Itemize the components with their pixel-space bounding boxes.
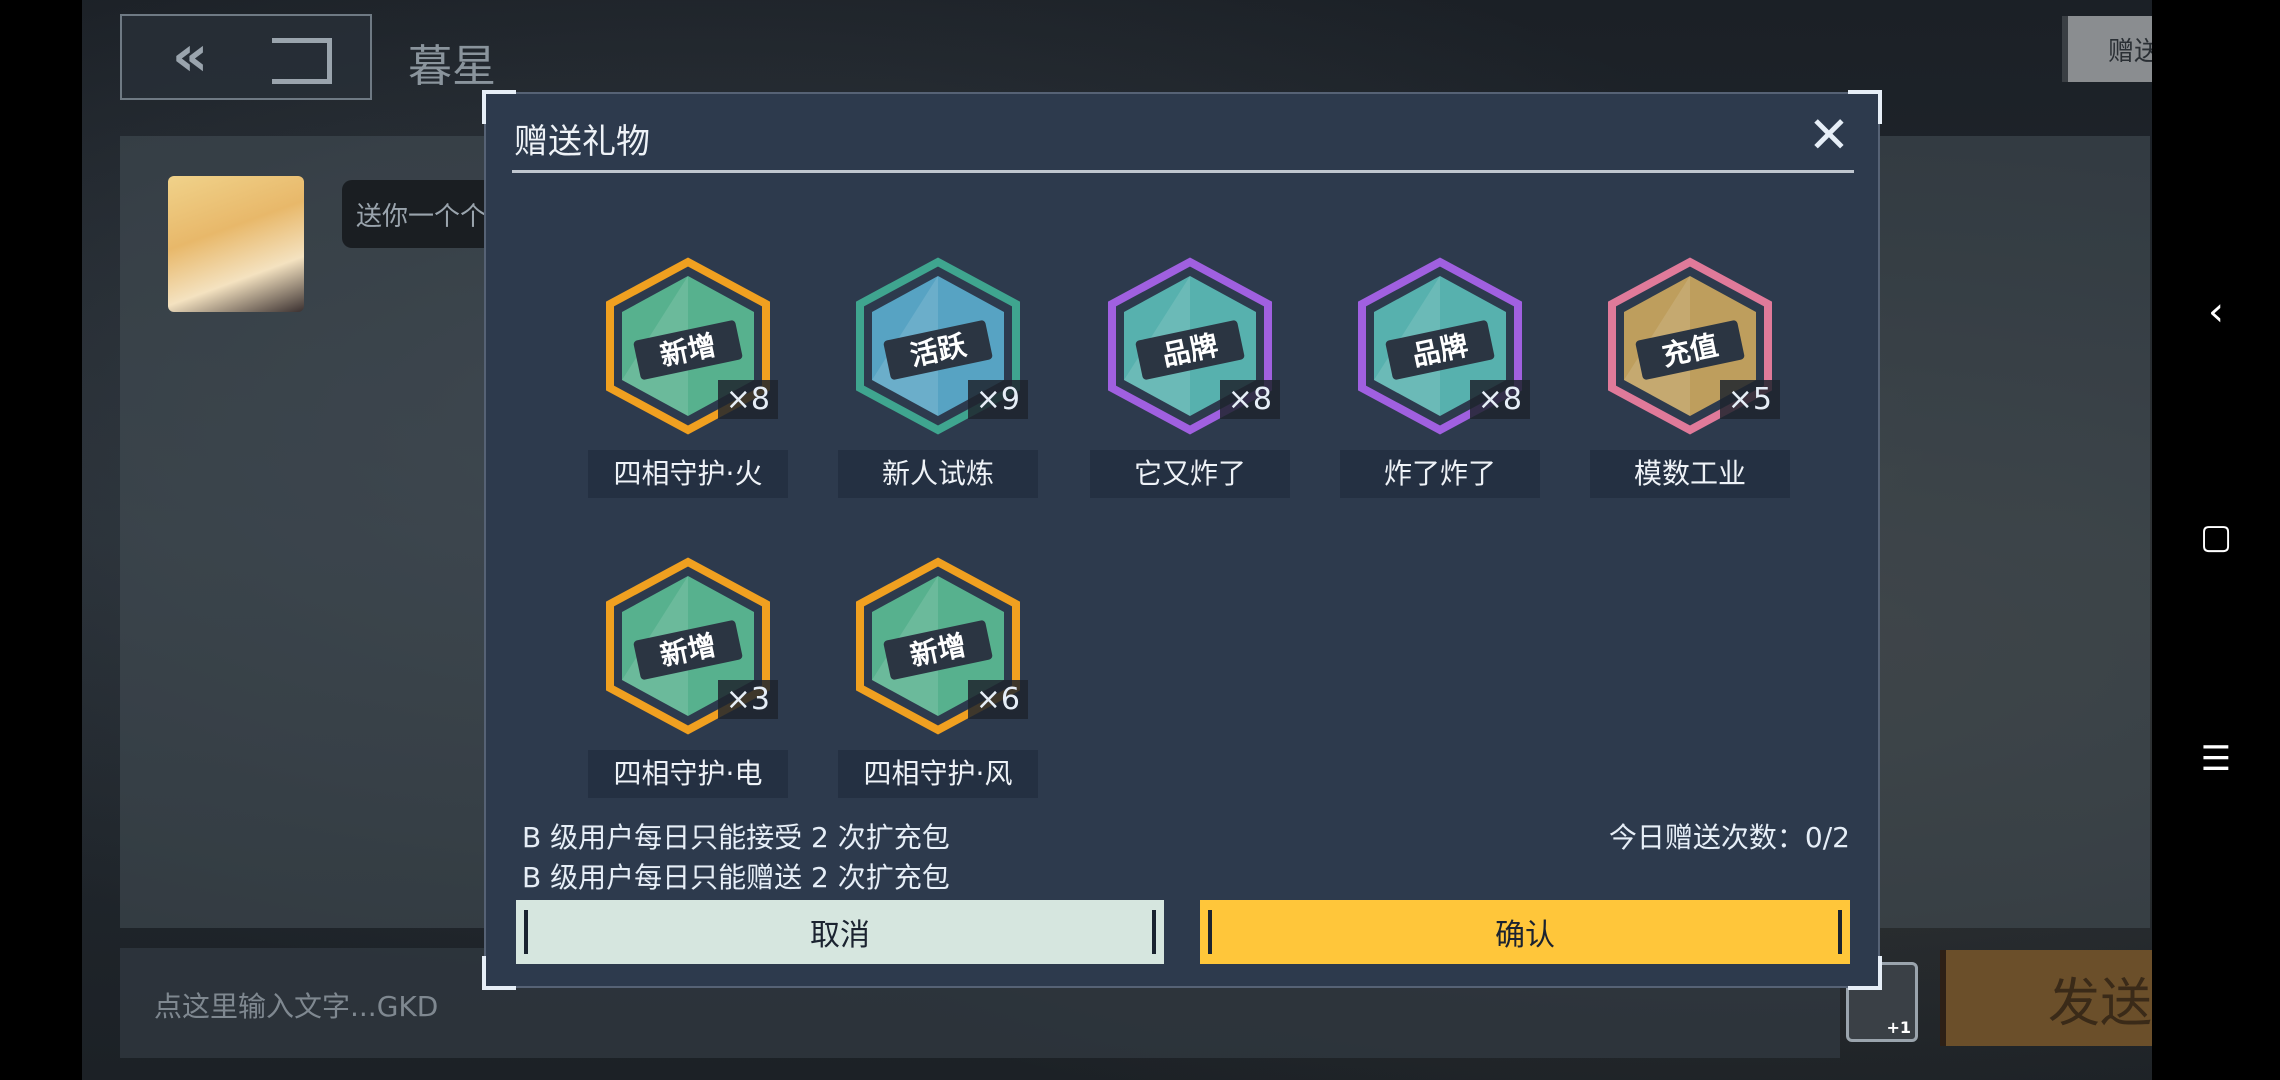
confirm-button[interactable]: 确认 xyxy=(1200,900,1850,964)
gift-item[interactable]: 活跃 ×9 新人试炼 xyxy=(838,254,1038,498)
left-black-bar xyxy=(0,0,82,1080)
gift-count: ×8 xyxy=(1219,380,1280,419)
confirm-label: 确认 xyxy=(1495,918,1555,953)
dialog-title: 赠送礼物 xyxy=(514,122,650,162)
chat-bubble: 送你一个个 xyxy=(342,180,502,248)
gift-name: 炸了炸了 xyxy=(1340,450,1540,498)
gift-name: 四相守护·火 xyxy=(588,450,788,498)
close-icon[interactable]: ✕ xyxy=(1804,110,1854,160)
avatar[interactable] xyxy=(168,176,304,312)
gift-count: ×3 xyxy=(717,680,778,719)
gift-name: 四相守护·电 xyxy=(588,750,788,798)
gamepad-badge: +1 xyxy=(1886,1018,1911,1037)
gift-name: 新人试炼 xyxy=(838,450,1038,498)
gift-name: 四相守护·风 xyxy=(838,750,1038,798)
button-edge xyxy=(1838,910,1842,954)
gift-count: ×9 xyxy=(967,380,1028,419)
gift-dialog: 赠送礼物 ✕ 新增 ×8 四相守护·火 活跃 ×9 新人试炼 品牌 ×8 它又炸了 品… xyxy=(482,90,1882,990)
gift-count: ×6 xyxy=(967,680,1028,719)
double-chevron-left-icon: « xyxy=(172,24,208,89)
chat-title: 暮星 xyxy=(408,41,496,92)
corner-decoration xyxy=(1848,956,1882,990)
back-button[interactable]: « xyxy=(120,14,372,100)
today-send-count: 今日赠送次数：0/2 xyxy=(1608,821,1850,854)
title-divider xyxy=(512,170,1854,173)
gift-item[interactable]: 充值 ×5 模数工业 xyxy=(1590,254,1790,498)
nav-home-icon[interactable]: ▢ xyxy=(2200,520,2232,554)
cancel-label: 取消 xyxy=(810,918,870,953)
gift-item[interactable]: 新增 ×6 四相守护·风 xyxy=(838,554,1038,798)
bracket-icon xyxy=(272,38,332,84)
gift-item[interactable]: 新增 ×8 四相守护·火 xyxy=(588,254,788,498)
gift-count: ×8 xyxy=(717,380,778,419)
gift-item[interactable]: 新增 ×3 四相守护·电 xyxy=(588,554,788,798)
nav-back-icon[interactable]: ‹ xyxy=(2208,292,2224,332)
corner-decoration xyxy=(482,956,516,990)
note-send: B 级用户每日只能赠送 2 次扩充包 xyxy=(522,861,950,894)
button-edge xyxy=(1152,910,1156,954)
gift-count: ×5 xyxy=(1719,380,1780,419)
gift-name: 模数工业 xyxy=(1590,450,1790,498)
note-receive: B 级用户每日只能接受 2 次扩充包 xyxy=(522,821,950,854)
gift-item[interactable]: 品牌 ×8 它又炸了 xyxy=(1090,254,1290,498)
gift-name: 它又炸了 xyxy=(1090,450,1290,498)
button-edge xyxy=(1208,910,1212,954)
corner-decoration xyxy=(482,90,516,124)
system-nav-bar: ‹ ▢ ☰ xyxy=(2152,0,2280,1080)
message-input-placeholder[interactable]: 点这里输入文字...GKD xyxy=(154,985,438,1025)
gift-item[interactable]: 品牌 ×8 炸了炸了 xyxy=(1340,254,1540,498)
nav-menu-icon[interactable]: ☰ xyxy=(2201,742,2231,776)
cancel-button[interactable]: 取消 xyxy=(516,900,1164,964)
button-edge xyxy=(524,910,528,954)
gift-count: ×8 xyxy=(1469,380,1530,419)
